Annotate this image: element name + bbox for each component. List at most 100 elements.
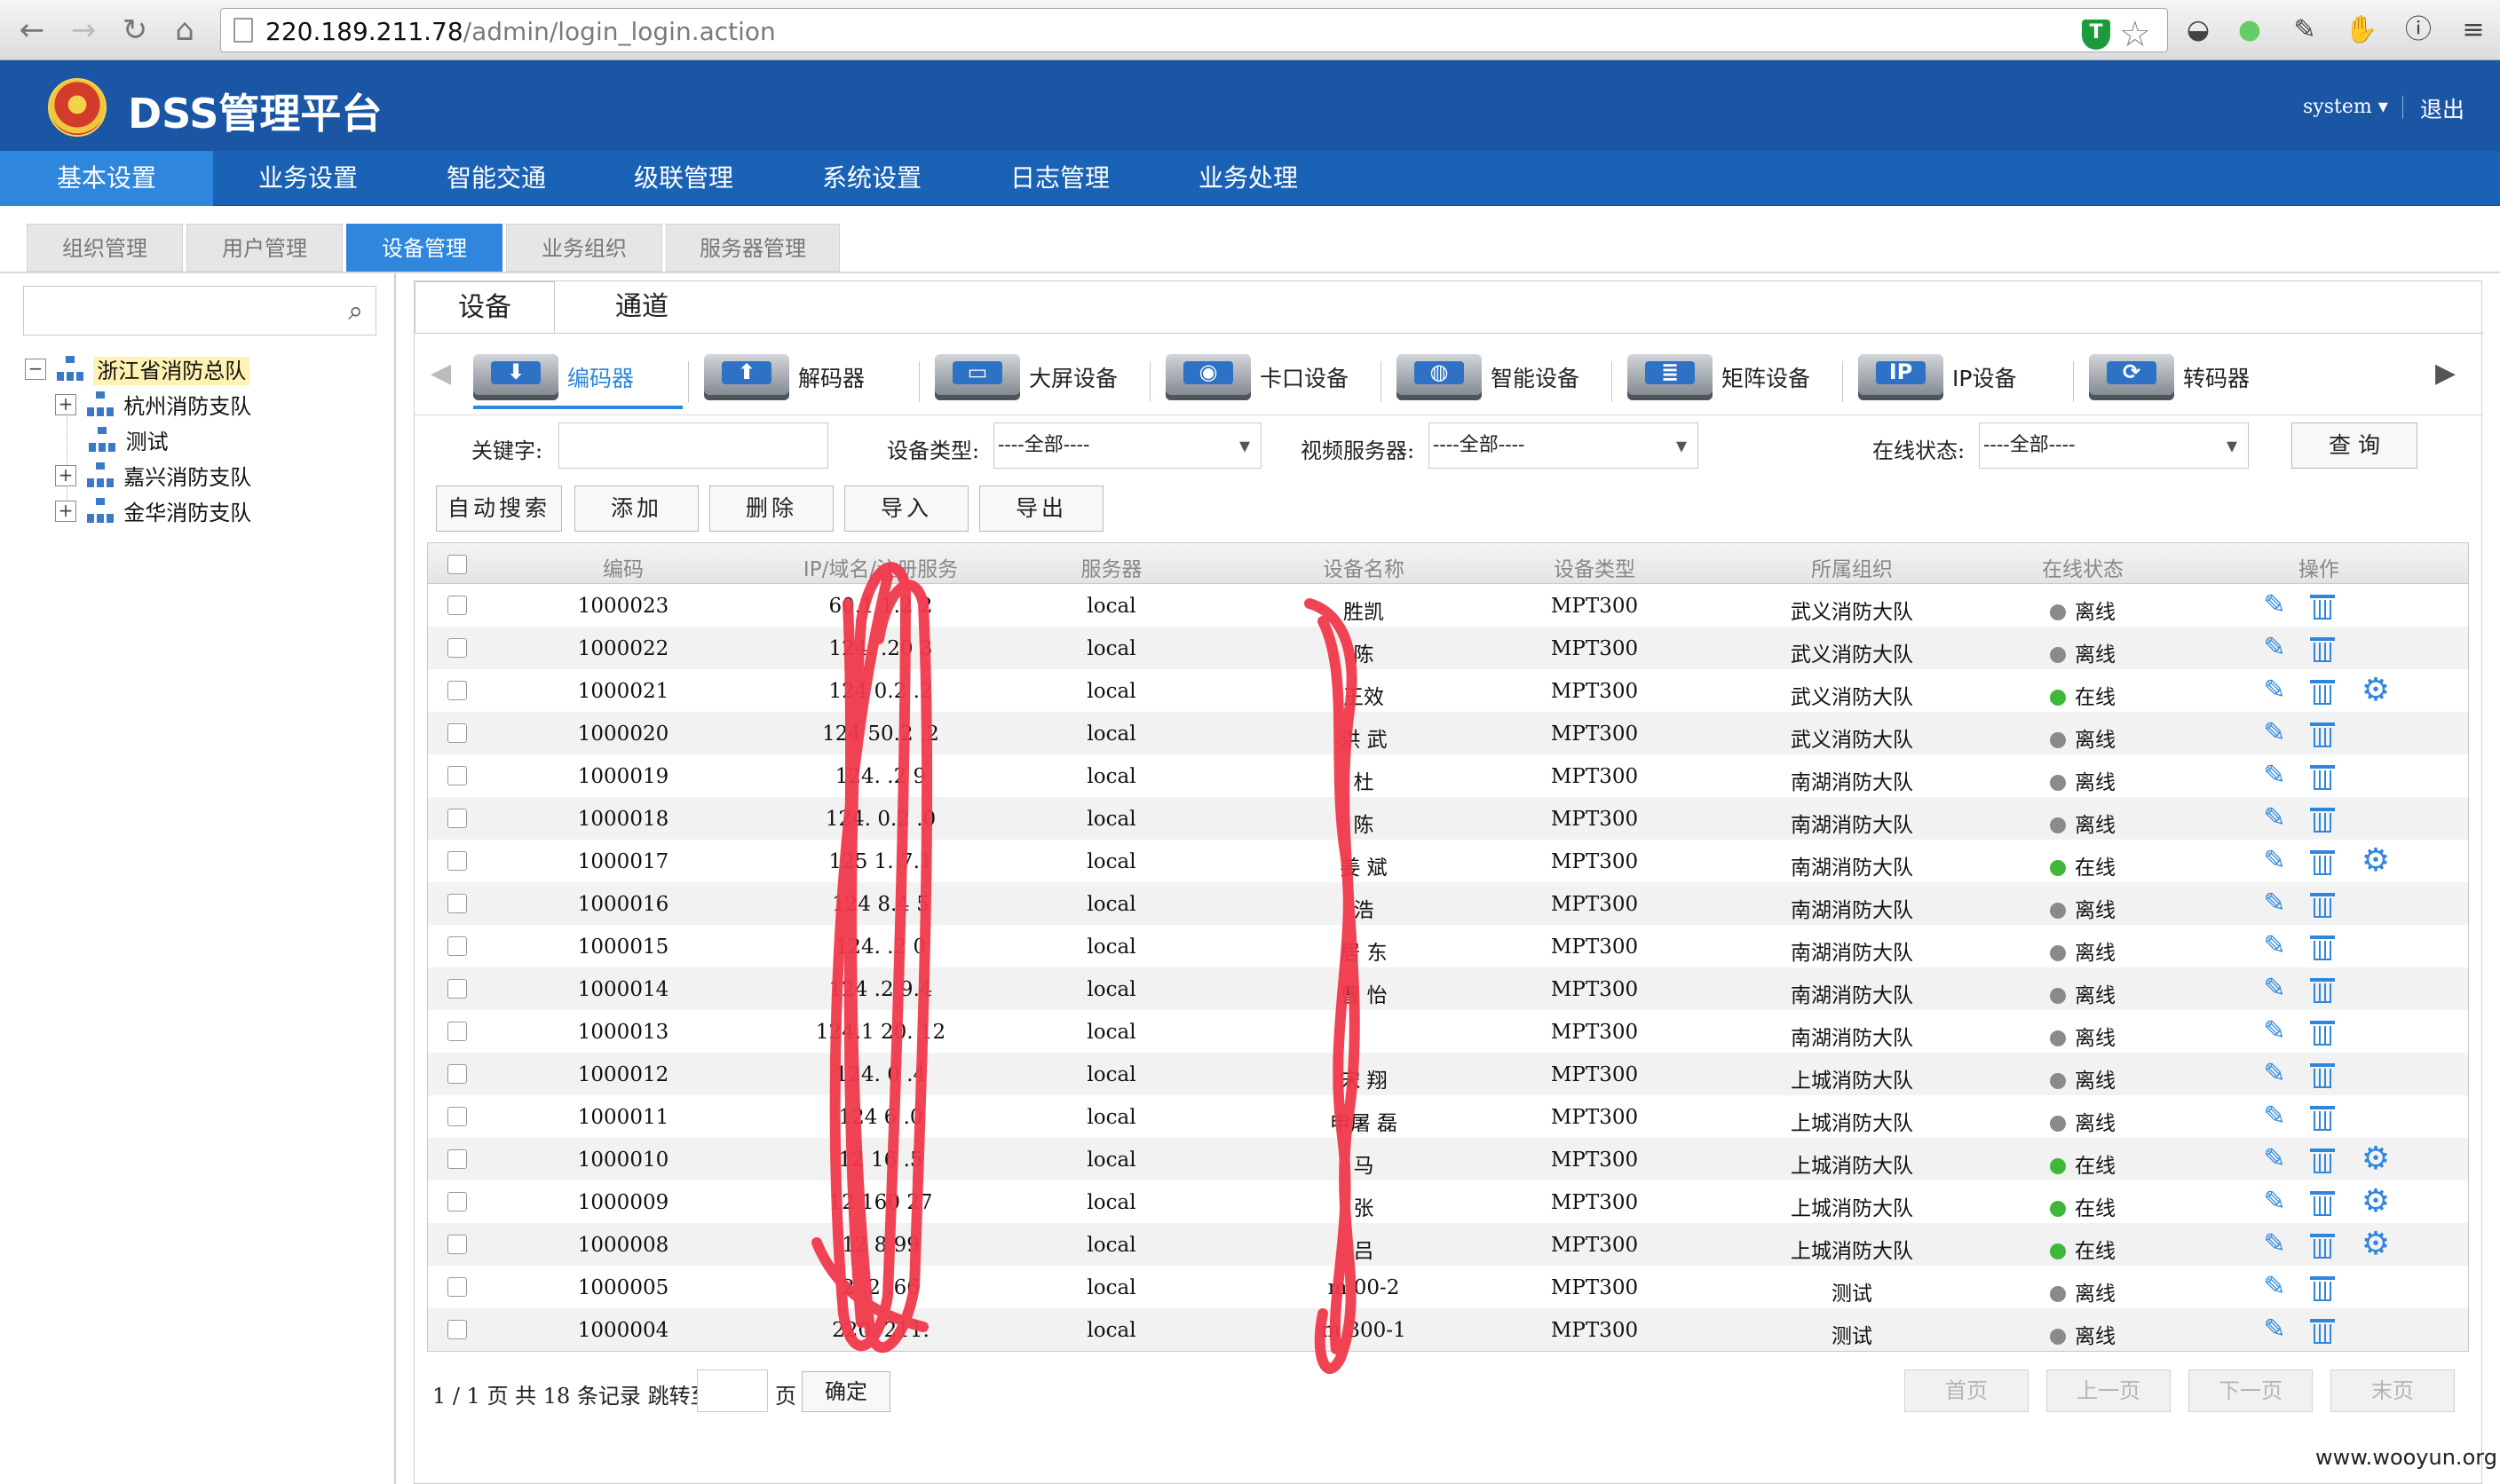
- first-page-button[interactable]: 首页: [1904, 1370, 2029, 1412]
- row-checkbox[interactable]: [447, 596, 467, 615]
- row-checkbox[interactable]: [447, 638, 467, 658]
- home-icon[interactable]: ⌂: [165, 11, 204, 50]
- select-all-checkbox[interactable]: [447, 555, 467, 574]
- table-row[interactable]: 1000009 12 160 27 local 张 MPT300 上城消防大队 在线 ✎ ⚙: [428, 1180, 2468, 1223]
- shield-extension-icon[interactable]: T: [2082, 20, 2110, 50]
- logout-link[interactable]: 退出: [2420, 92, 2464, 124]
- edit-icon[interactable]: ✎: [2260, 1188, 2289, 1216]
- edit-icon[interactable]: ✎: [2260, 1102, 2289, 1131]
- table-row[interactable]: 1000018 124. 0.2 .0 local 陈 MPT300 南湖消防大队 离线 ✎: [428, 797, 2468, 840]
- table-row[interactable]: 1000005 2 .2 .66 local m 00-2 MPT300 测试 离线 ✎: [428, 1266, 2468, 1308]
- forward-icon[interactable]: →: [64, 11, 103, 50]
- tab-devices[interactable]: 设备: [415, 281, 555, 333]
- tree-label[interactable]: 金华消防支队: [123, 501, 251, 525]
- delete-icon[interactable]: [2310, 1189, 2335, 1216]
- edit-icon[interactable]: ✎: [2260, 804, 2289, 833]
- expand-icon[interactable]: +: [55, 464, 76, 486]
- category-decoder[interactable]: ⬆ 解码器: [704, 345, 914, 409]
- category-video-wall[interactable]: ▭ 大屏设备: [935, 345, 1144, 409]
- tree-label[interactable]: 杭州消防支队: [123, 394, 251, 419]
- delete-icon[interactable]: [2310, 721, 2335, 747]
- delete-icon[interactable]: [2310, 934, 2335, 960]
- row-checkbox[interactable]: [447, 1277, 467, 1297]
- delete-icon[interactable]: [2310, 1275, 2335, 1301]
- tree-label[interactable]: 嘉兴消防支队: [123, 465, 251, 490]
- delete-icon[interactable]: [2310, 1232, 2335, 1259]
- go-button[interactable]: 确定: [802, 1371, 890, 1412]
- nav-log-mgmt[interactable]: 日志管理: [966, 151, 1154, 206]
- query-button[interactable]: 查 询: [2291, 422, 2417, 469]
- delete-icon[interactable]: [2310, 1062, 2335, 1088]
- table-row[interactable]: 1000016 124 8.4 5 local 浩 MPT300 南湖消防大队 离线 ✎: [428, 882, 2468, 925]
- device-type-select[interactable]: ----全部----: [993, 422, 1262, 469]
- delete-icon[interactable]: [2310, 635, 2335, 662]
- category-ip[interactable]: IP IP设备: [1858, 345, 2068, 409]
- collapse-icon[interactable]: −: [25, 358, 46, 380]
- search-icon[interactable]: ⌕: [348, 296, 363, 327]
- row-checkbox[interactable]: [447, 979, 467, 999]
- tree-label[interactable]: 浙江省消防总队: [93, 357, 250, 385]
- export-button[interactable]: 导出: [979, 485, 1104, 532]
- category-transcoder[interactable]: ⟳ 转码器: [2089, 345, 2298, 409]
- edit-icon[interactable]: ✎: [2260, 591, 2289, 620]
- delete-icon[interactable]: [2310, 1147, 2335, 1173]
- menu-icon[interactable]: ≡: [2456, 12, 2491, 48]
- mask-extension-icon[interactable]: ◒: [2180, 12, 2216, 48]
- delete-icon[interactable]: [2310, 593, 2335, 620]
- video-server-select[interactable]: ----全部----: [1428, 422, 1698, 469]
- page-jump-input[interactable]: [697, 1370, 768, 1412]
- row-checkbox[interactable]: [447, 851, 467, 871]
- next-page-button[interactable]: 下一页: [2188, 1370, 2313, 1412]
- col-org[interactable]: 所属组织: [1745, 552, 1958, 582]
- prev-page-button[interactable]: 上一页: [2046, 1370, 2171, 1412]
- col-device-type[interactable]: 设备类型: [1523, 552, 1665, 582]
- strip-left-arrow-icon[interactable]: ◀: [431, 358, 451, 389]
- delete-icon[interactable]: [2310, 1019, 2335, 1046]
- import-button[interactable]: 导入: [844, 485, 969, 532]
- reload-icon[interactable]: ↻: [115, 11, 154, 50]
- last-page-button[interactable]: 末页: [2330, 1370, 2455, 1412]
- delete-icon[interactable]: [2310, 849, 2335, 875]
- edit-icon[interactable]: ✎: [2260, 762, 2289, 790]
- row-checkbox[interactable]: [447, 1320, 467, 1339]
- col-ip[interactable]: IP/域名/注册服务: [748, 552, 1014, 582]
- edit-icon[interactable]: ✎: [2260, 1315, 2289, 1344]
- row-checkbox[interactable]: [447, 1022, 467, 1041]
- row-checkbox[interactable]: [447, 894, 467, 913]
- tab-user-mgmt[interactable]: 用户管理: [186, 224, 343, 272]
- edit-icon[interactable]: ✎: [2260, 1017, 2289, 1046]
- edit-icon[interactable]: ✎: [2260, 1060, 2289, 1088]
- nav-smart-traffic[interactable]: 智能交通: [403, 151, 589, 206]
- tab-channels[interactable]: 通道: [555, 281, 729, 333]
- row-checkbox[interactable]: [447, 723, 467, 743]
- row-checkbox[interactable]: [447, 809, 467, 828]
- delete-icon[interactable]: [2310, 1317, 2335, 1344]
- row-checkbox[interactable]: [447, 1064, 467, 1084]
- gear-icon[interactable]: ⚙: [2360, 1228, 2392, 1260]
- nav-cascade-mgmt[interactable]: 级联管理: [589, 151, 778, 206]
- nav-system-settings[interactable]: 系统设置: [778, 151, 966, 206]
- col-code[interactable]: 编码: [561, 552, 685, 582]
- delete-icon[interactable]: [2310, 891, 2335, 918]
- bookmark-star-icon[interactable]: ☆: [2119, 14, 2151, 55]
- tree-node-root[interactable]: − 浙江省消防总队: [25, 353, 250, 385]
- edit-icon[interactable]: ✎: [2260, 719, 2289, 747]
- tree-search-input[interactable]: ⌕: [23, 286, 376, 335]
- tab-device-mgmt[interactable]: 设备管理: [346, 224, 502, 272]
- edit-icon[interactable]: ✎: [2260, 1273, 2289, 1301]
- row-checkbox[interactable]: [447, 681, 467, 700]
- row-checkbox[interactable]: [447, 1107, 467, 1126]
- expand-icon[interactable]: +: [55, 500, 76, 522]
- tool-extension-icon[interactable]: ✎: [2287, 12, 2322, 48]
- row-checkbox[interactable]: [447, 1149, 467, 1169]
- col-server[interactable]: 服务器: [1040, 552, 1183, 582]
- tree-label[interactable]: 测试: [126, 430, 169, 454]
- delete-icon[interactable]: [2310, 678, 2335, 705]
- category-checkpoint[interactable]: ◉ 卡口设备: [1166, 345, 1375, 409]
- row-checkbox[interactable]: [447, 766, 467, 785]
- status-extension-icon[interactable]: ●: [2232, 12, 2267, 48]
- strip-right-arrow-icon[interactable]: ▶: [2435, 358, 2456, 389]
- table-row[interactable]: 1000023 60.1 1.2 2 local 胜凯 MPT300 武义消防大队 离线 ✎: [428, 584, 2468, 627]
- table-row[interactable]: 1000008 12 8 99 local 吕 MPT300 上城消防大队 在线 ✎ ⚙: [428, 1223, 2468, 1266]
- back-icon[interactable]: ←: [12, 11, 51, 50]
